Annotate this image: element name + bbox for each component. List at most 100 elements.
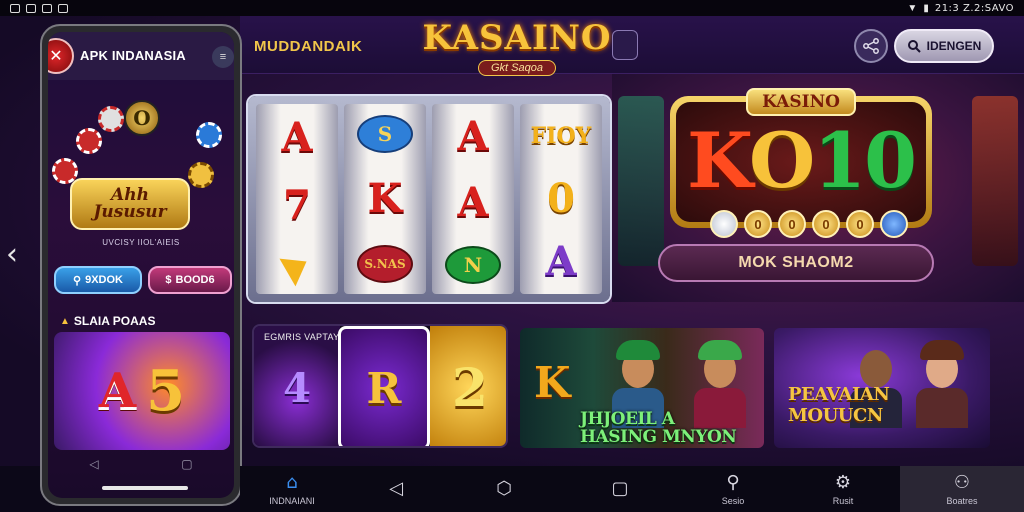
phone-screen: ✕ APK INDANASIA ≡ O Ahh Jususur UVCISY I…	[48, 32, 234, 498]
phone-secondary-label: BOOD6	[175, 274, 215, 286]
slot-machine[interactable]: A 7 S K S.NAS A A N FIOY 0 A	[248, 96, 610, 302]
slot-symbol: A	[545, 238, 577, 286]
battery-icon: ▮	[923, 2, 929, 14]
phone-header: ✕ APK INDANASIA ≡	[48, 32, 234, 80]
nav-item-search[interactable]: ⚲ Sesio	[680, 466, 786, 512]
game-tile[interactable]: 4	[254, 326, 340, 446]
slot-symbol: S	[357, 115, 413, 154]
status-icons-right: ▼ ▮ 21:3 Z.2:SAVO	[907, 3, 1014, 14]
coin-icon: 0	[744, 210, 772, 238]
casino-cta-button[interactable]: MOK SHAOM2	[658, 244, 934, 282]
back-icon[interactable]: ◁	[89, 457, 98, 471]
warning-icon: ▲	[60, 315, 70, 327]
game-number: 5	[146, 358, 186, 424]
character-avatar	[912, 336, 972, 428]
game-tile[interactable]: 2	[430, 326, 506, 446]
slot-symbol: 7	[283, 182, 311, 229]
big-letter: 1	[813, 116, 866, 205]
status-icons-left	[10, 3, 68, 13]
notification-icon	[26, 3, 36, 13]
search-icon: ⚲	[726, 471, 740, 493]
card-caption: JHJOEIL A HASING MNYON	[580, 409, 737, 447]
search-icon: ⚲	[73, 274, 82, 287]
home-circle-icon: ⬡	[496, 478, 512, 499]
nav-item-back[interactable]: ◁	[344, 466, 448, 512]
game-card-hasing[interactable]: K JHJOEIL A HASING MNYON	[520, 328, 764, 448]
phone-secondary-button[interactable]: $ BOOD6	[148, 266, 232, 294]
slot-symbol: FIOY	[530, 122, 592, 149]
phone-section-label: SLAIA POAAS	[73, 314, 156, 328]
image-icon	[42, 3, 52, 13]
coin-icon: 0	[846, 210, 874, 238]
status-time: 21:3 Z.2:SAVO	[934, 2, 1014, 14]
coin-icon: O	[124, 100, 160, 136]
share-button[interactable]	[854, 29, 888, 63]
slot-reels: A 7 S K S.NAS A A N FIOY 0 A	[256, 104, 602, 294]
slot-symbol: N	[445, 246, 501, 284]
phone-title: APK INDANASIA	[80, 48, 186, 63]
recents-icon[interactable]: ▢	[181, 457, 192, 471]
back-icon: ◁	[389, 478, 403, 499]
nav-label: Sesio	[721, 495, 745, 506]
menu-icon[interactable]: ≡	[212, 46, 234, 68]
notification-icon	[58, 3, 68, 13]
search-button[interactable]: IDENGEN	[894, 29, 994, 63]
home-icon: ⌂	[286, 471, 298, 493]
casino-sign-label: KASINO	[746, 88, 856, 116]
chips-decoration	[48, 82, 234, 192]
nav-item-profile[interactable]: ⚇ Boatres	[900, 466, 1024, 512]
tiles-title: EGMRIS VAPTAY	[264, 332, 340, 342]
app-logo-icon[interactable]: ✕	[48, 38, 74, 74]
game-tile-selected[interactable]: R	[338, 326, 430, 446]
phone-primary-label: 9XDOK	[85, 274, 123, 286]
big-letter: O	[749, 116, 815, 205]
coin-icon: 0	[778, 210, 806, 238]
casino-sign: KASINO KO10	[670, 88, 932, 228]
mail-icon	[10, 3, 20, 13]
slot-symbol: K	[367, 174, 403, 222]
header: MUDDANDAIK KASAINO Gkt Saqoa IDENGEN	[240, 16, 1024, 76]
phone-nav: ◁ ▢	[48, 454, 234, 474]
chevron-left-icon[interactable]: ‹	[6, 240, 26, 270]
nav-label: Boatres	[946, 495, 978, 506]
nav-item-home[interactable]: ⌂ INDNAIANI	[240, 466, 344, 512]
casino-sign-inner: KASINO KO10	[676, 88, 926, 222]
slot-symbol: 0	[547, 174, 575, 222]
phone-mockup: ✕ APK INDANASIA ≡ O Ahh Jususur UVCISY I…	[40, 24, 242, 506]
slot-symbol: S.NAS	[357, 244, 413, 283]
gear-icon: ⚙	[834, 471, 852, 493]
slot-machine-decoration	[618, 96, 664, 266]
nav-item-settings[interactable]: ⚙ Rusit	[786, 466, 900, 512]
app-logo[interactable]: KASAINO Gkt Saqoa	[418, 18, 616, 92]
chip-icon	[710, 210, 738, 238]
section-title: MUDDANDAIK	[254, 38, 363, 55]
dollar-icon: $	[165, 274, 172, 286]
phone-section-title: ▲ SLAIA POAAS	[60, 314, 155, 328]
phone-home-indicator[interactable]	[102, 486, 188, 490]
chip-icon	[98, 106, 124, 132]
nav-item-home-circle[interactable]: ⬡	[448, 466, 560, 512]
card-icon[interactable]	[612, 30, 638, 60]
nav-item-recents[interactable]: ▢	[560, 466, 680, 512]
arrow-symbol-icon	[279, 247, 315, 287]
phone-primary-button[interactable]: ⚲ 9XDOK	[54, 266, 142, 294]
game-letter: A	[98, 363, 137, 419]
nav-label: Rusit	[832, 495, 854, 506]
game-card-peavaian[interactable]: PEAVAIAN MOUUCN	[774, 328, 990, 448]
casino-banner[interactable]: KASINO KO10 0 0 0 0 MOK SHAOM2	[612, 74, 1024, 302]
coin-icon: 0	[812, 210, 840, 238]
chip-icon	[880, 210, 908, 238]
logo-title: KASAINO	[422, 18, 612, 58]
slot-symbol: A	[457, 113, 489, 160]
slot-reel: AAN	[432, 104, 514, 294]
search-button-label: IDENGEN	[926, 39, 982, 53]
card-letter: K	[534, 358, 571, 407]
slot-symbol: A	[281, 114, 313, 161]
chip-icon	[196, 122, 222, 148]
phone-game-card[interactable]: A 5	[54, 332, 230, 450]
big-letter: 0	[864, 116, 917, 205]
phone-brand-logo: Ahh Jususur	[70, 178, 190, 230]
game-tiles: 4 R 2 EGMRIS VAPTAY	[252, 324, 508, 448]
casino-sign-big-text: KO10	[676, 116, 926, 206]
bottom-nav: ⌂ INDNAIANI ◁ ⬡ ▢ ⚲ Sesio ⚙ Rusit ⚇ Boat…	[240, 466, 1024, 512]
